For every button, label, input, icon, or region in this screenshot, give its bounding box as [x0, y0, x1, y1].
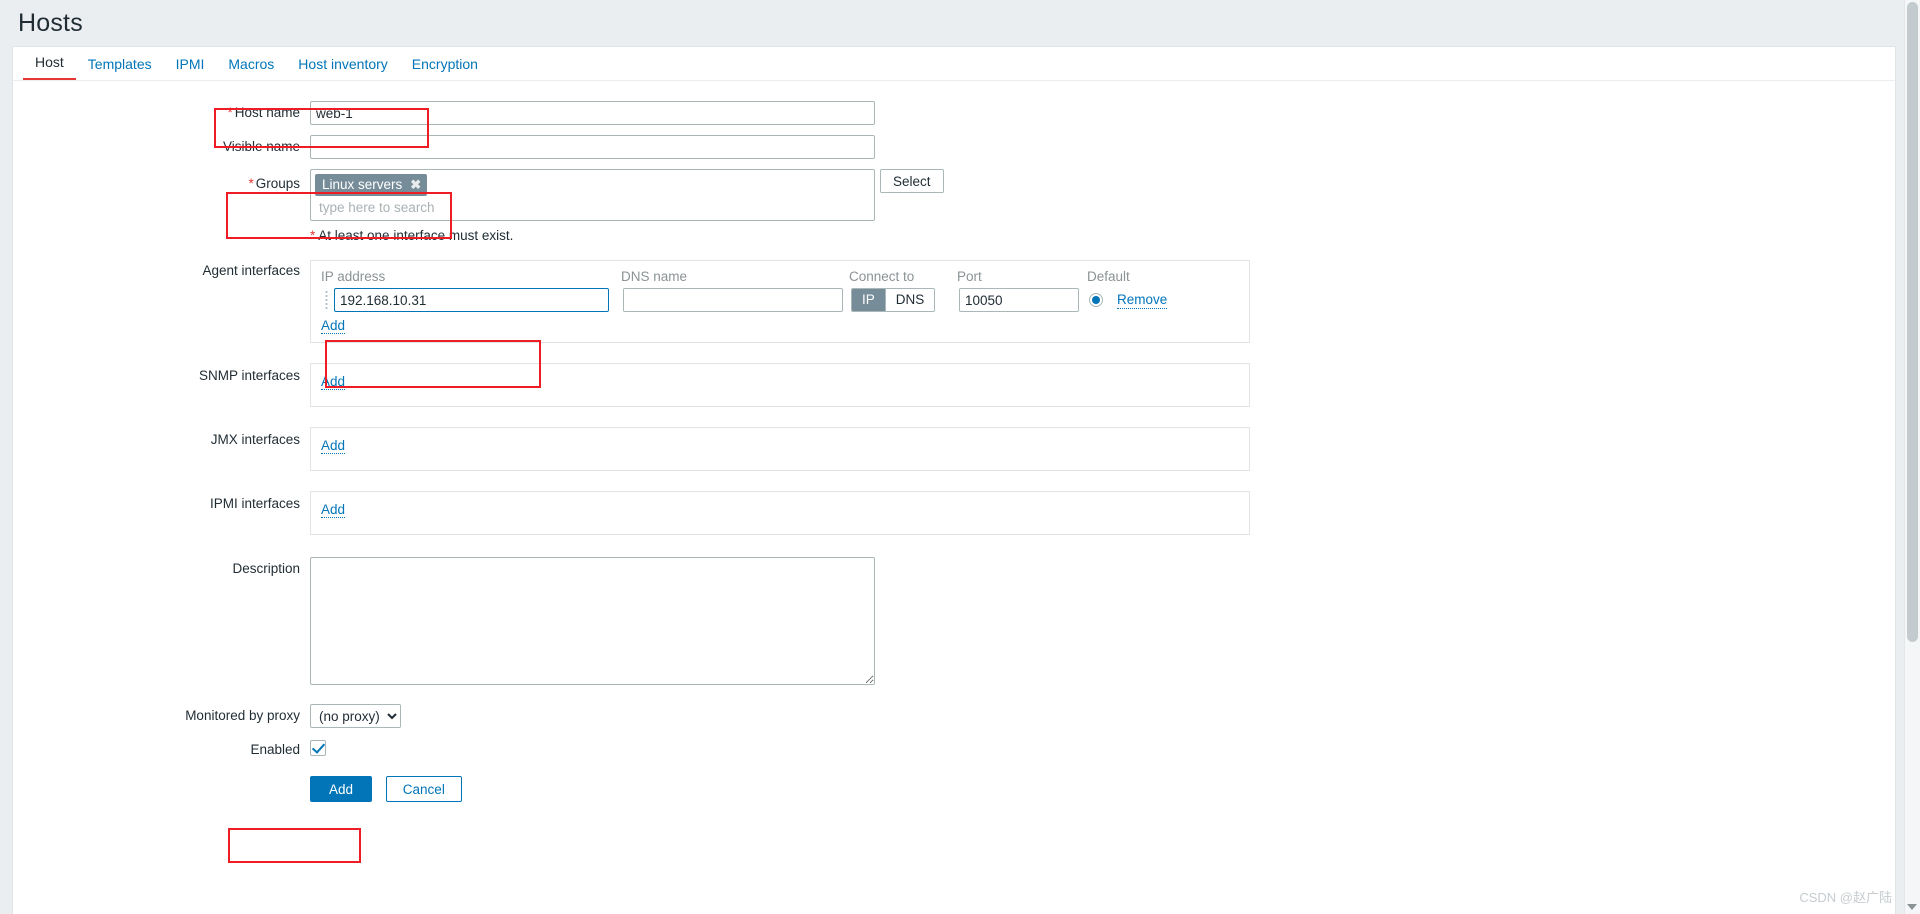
interface-dns-input[interactable]	[623, 288, 843, 312]
label-host-name-text: Host name	[234, 105, 300, 120]
row-host-name: * Host name	[13, 101, 1895, 125]
page-title: Hosts	[18, 9, 83, 37]
label-visible-name: Visible name	[222, 139, 300, 154]
visible-name-input[interactable]	[310, 135, 875, 159]
vertical-scrollbar-track[interactable]	[1904, 0, 1920, 914]
cancel-button[interactable]: Cancel	[385, 776, 462, 802]
monitored-by-proxy-select[interactable]: (no proxy)	[310, 704, 401, 728]
interface-hint-text: At least one interface must exist.	[318, 228, 514, 243]
required-marker-groups: *	[248, 176, 254, 191]
column-header-port: Port	[957, 269, 982, 284]
jmx-interfaces-table: Add	[310, 427, 1250, 471]
field-enabled	[310, 740, 326, 757]
tab-templates[interactable]: Templates	[76, 50, 164, 80]
connect-to-option-ip[interactable]: IP	[852, 289, 885, 311]
tab-ipmi[interactable]: IPMI	[164, 50, 217, 80]
watermark: CSDN @赵广陆	[1799, 890, 1892, 905]
scroll-down-arrow-icon[interactable]	[1907, 904, 1917, 910]
snmp-interfaces-table: Add	[310, 363, 1250, 407]
add-button[interactable]: Add	[310, 776, 373, 802]
tab-encryption[interactable]: Encryption	[400, 50, 490, 80]
app-page: Hosts Host Templates IPMI Macros Host in…	[0, 0, 1920, 914]
remove-interface-link[interactable]: Remove	[1117, 292, 1168, 309]
row-snmp-interfaces: SNMP interfaces Add	[13, 363, 1895, 407]
label-groups-text: Groups	[255, 176, 300, 191]
field-snmp-interfaces: Add	[310, 363, 1250, 407]
tab-host[interactable]: Host	[23, 48, 76, 80]
required-marker-interface: *	[310, 228, 316, 243]
groups-multiselect[interactable]: Linux servers ✖	[310, 169, 875, 221]
cell-default: Remove	[1089, 292, 1189, 309]
cell-dns-name	[623, 288, 851, 312]
column-header-dns-name: DNS name	[621, 269, 688, 284]
row-form-actions: Add Cancel	[13, 776, 1895, 802]
column-header-ip-address: IP address	[321, 269, 386, 284]
row-enabled: Enabled	[13, 740, 1895, 760]
add-jmx-interface-link[interactable]: Add	[321, 438, 346, 454]
row-agent-interfaces: Agent interfaces IP address DNS name Con…	[13, 260, 1895, 343]
label-snmp-interfaces: SNMP interfaces	[198, 368, 300, 383]
row-interface-hint: * At least one interface must exist.	[13, 227, 1895, 244]
agent-interface-row: IP DNS Remove	[321, 288, 1239, 312]
row-visible-name: Visible name	[13, 135, 1895, 159]
row-description: Description	[13, 557, 1895, 688]
column-header-default: Default	[1087, 269, 1130, 284]
field-monitored-by-proxy: (no proxy)	[310, 704, 401, 728]
enabled-checkbox[interactable]	[310, 740, 326, 757]
field-ipmi-interfaces: Add	[310, 491, 1250, 535]
label-monitored-by-proxy: Monitored by proxy	[185, 708, 300, 723]
field-description	[310, 557, 875, 688]
drag-handle-icon[interactable]	[321, 288, 331, 312]
field-form-actions: Add Cancel	[310, 776, 462, 802]
ipmi-interfaces-table: Add	[310, 491, 1250, 535]
add-ipmi-interface-link[interactable]: Add	[321, 502, 346, 518]
row-ipmi-interfaces: IPMI interfaces Add	[13, 491, 1895, 535]
group-chip-label: Linux servers	[322, 177, 403, 192]
label-enabled: Enabled	[250, 742, 300, 757]
page-header: Hosts	[0, 0, 1920, 46]
cell-ip-address	[334, 288, 623, 312]
field-jmx-interfaces: Add	[310, 427, 1250, 471]
connect-to-toggle[interactable]: IP DNS	[851, 288, 936, 312]
connect-to-option-dns[interactable]: DNS	[884, 289, 935, 311]
label-agent-interfaces: Agent interfaces	[202, 263, 300, 278]
label-jmx-interfaces: JMX interfaces	[210, 432, 300, 447]
label-host-name: * Host name	[13, 101, 310, 125]
default-interface-radio[interactable]	[1089, 293, 1103, 307]
interface-port-input[interactable]	[959, 288, 1079, 312]
host-name-input[interactable]	[310, 101, 875, 125]
interface-required-hint: * At least one interface must exist.	[310, 227, 513, 244]
cell-connect-to: IP DNS	[851, 288, 959, 312]
field-visible-name	[310, 135, 875, 159]
row-jmx-interfaces: JMX interfaces Add	[13, 427, 1895, 471]
select-groups-button[interactable]: Select	[880, 169, 944, 193]
label-groups: * Groups	[13, 169, 310, 199]
cell-port	[959, 288, 1089, 312]
column-header-connect-to: Connect to	[849, 269, 915, 284]
tab-host-inventory[interactable]: Host inventory	[286, 50, 399, 80]
host-form: *Host name Visible name *Groups	[13, 81, 1895, 802]
description-textarea[interactable]	[310, 557, 875, 685]
row-monitored-by-proxy: Monitored by proxy (no proxy)	[13, 704, 1895, 728]
agent-interfaces-header-row: IP address DNS name Connect to Port Defa…	[321, 269, 1239, 288]
label-ipmi-interfaces: IPMI interfaces	[209, 496, 300, 511]
close-icon[interactable]: ✖	[410, 176, 421, 193]
group-chip-linux-servers[interactable]: Linux servers ✖	[315, 174, 428, 196]
form-tabs: Host Templates IPMI Macros Host inventor…	[13, 47, 1895, 81]
agent-interfaces-add-wrap: Add	[321, 312, 1239, 334]
interface-ip-input[interactable]	[334, 288, 609, 312]
row-groups: *Groups Linux servers ✖ Select	[13, 169, 1895, 221]
tab-macros[interactable]: Macros	[216, 50, 286, 80]
vertical-scrollbar-thumb[interactable]	[1907, 2, 1918, 642]
add-agent-interface-link[interactable]: Add	[321, 318, 346, 334]
field-groups: Linux servers ✖ Select	[310, 169, 944, 221]
agent-interfaces-table: IP address DNS name Connect to Port Defa…	[310, 260, 1250, 343]
groups-search-input[interactable]	[315, 196, 859, 217]
label-description: Description	[232, 561, 300, 576]
field-host-name	[310, 101, 875, 125]
add-snmp-interface-link[interactable]: Add	[321, 374, 346, 390]
field-agent-interfaces: IP address DNS name Connect to Port Defa…	[310, 260, 1250, 343]
required-marker-host-name: *	[227, 105, 233, 120]
host-form-card: Host Templates IPMI Macros Host inventor…	[12, 46, 1896, 914]
